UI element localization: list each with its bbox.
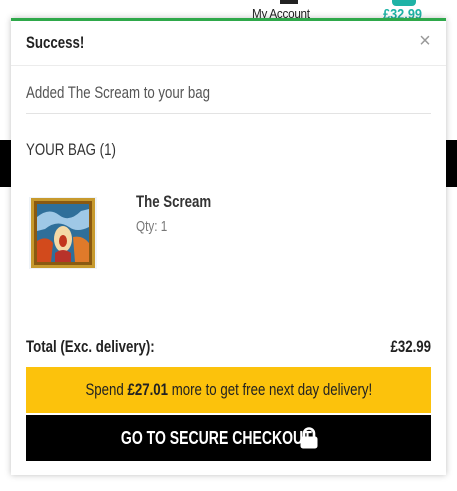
checkout-label: GO TO SECURE CHECKOUT [120, 428, 312, 448]
account-icon[interactable] [280, 0, 298, 4]
promo-text: Spend £27.01 more to get free next day d… [85, 380, 372, 399]
product-name[interactable]: The Scream [136, 192, 232, 212]
divider [26, 113, 431, 114]
secure-checkout-button[interactable]: GO TO SECURE CHECKOUT [26, 415, 431, 461]
bag-heading: YOUR BAG (1) [26, 140, 116, 159]
free-delivery-banner: Spend £27.01 more to get free next day d… [26, 367, 431, 413]
total-label: Total (Exc. delivery): [26, 337, 155, 356]
product-qty: Qty: 1 [136, 218, 168, 235]
close-icon[interactable]: × [414, 30, 436, 52]
lock-icon [299, 427, 319, 449]
framed-painting-icon[interactable] [29, 197, 97, 269]
add-to-bag-popup: Success! × Added The Scream to your bag … [11, 18, 446, 475]
popup-header: Success! × [11, 21, 446, 66]
added-message: Added The Scream to your bag [26, 83, 211, 102]
promo-amount: £27.01 [127, 380, 168, 399]
popup-title: Success! [26, 33, 85, 52]
total-value: £32.99 [390, 337, 431, 356]
